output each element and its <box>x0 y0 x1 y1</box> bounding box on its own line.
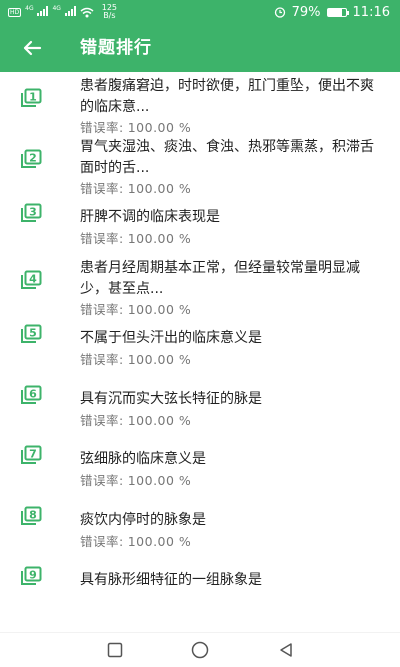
error-rate-value: 100.00 % <box>127 120 192 135</box>
rank-number: 5 <box>29 327 37 340</box>
rank-icon: 1 <box>21 88 42 107</box>
list-item[interactable]: 1 患者腹痛窘迫，时时欲便，肛门重坠，便出不爽的临床意... 错误率: 100.00 … <box>0 74 400 136</box>
rank-icon: 2 <box>21 149 42 168</box>
error-rate: 错误率: 100.00 % <box>80 117 191 136</box>
error-rate: 错误率: 100.00 % <box>80 178 191 197</box>
list-item[interactable]: 9 具有脉形细特征的一组脉象是 <box>0 558 400 620</box>
error-rate: 错误率: 100.00 % <box>80 470 191 489</box>
rank-number: 3 <box>29 206 37 219</box>
rank-number: 6 <box>29 387 37 400</box>
error-rate-value: 100.00 % <box>127 301 192 317</box>
error-rate-value: 100.00 % <box>127 533 192 549</box>
wrong-question-list: 1 患者腹痛窘迫，时时欲便，肛门重坠，便出不爽的临床意... 错误率: 100.00 … <box>0 72 400 632</box>
system-nav-bar <box>0 632 400 667</box>
battery-level <box>327 8 342 16</box>
error-rate-label: 错误率: <box>80 231 124 246</box>
wifi-icon <box>80 7 94 17</box>
rank-icon: 6 <box>21 385 42 404</box>
rank-number: 1 <box>29 91 37 104</box>
error-rate-value: 100.00 % <box>127 352 192 367</box>
nav-back-button[interactable] <box>274 639 298 661</box>
rank-number: 2 <box>29 151 37 164</box>
network-speed: 125 B/s <box>102 4 117 20</box>
rank-icon: 5 <box>21 324 42 343</box>
list-item[interactable]: 3 肝脾不调的临床表现是 错误率: 100.00 % <box>0 195 400 257</box>
arrow-left-icon <box>23 40 42 56</box>
error-rate-label: 错误率: <box>80 352 124 367</box>
question-text: 具有脉形细特征的一组脉象是 <box>80 572 262 588</box>
error-rate-value: 100.00 % <box>127 231 192 246</box>
error-rate-value: 100.00 % <box>127 473 192 488</box>
hd-badge: HD <box>8 7 22 17</box>
error-rate-value: 100.00 % <box>127 412 192 428</box>
back-button[interactable] <box>14 30 50 66</box>
rank-number: 9 <box>29 569 37 582</box>
clock: 11:16 <box>352 4 390 20</box>
network-2-label: 4G <box>52 5 61 12</box>
triangle-left-icon <box>280 643 292 657</box>
question-text: 患者腹痛窘迫，时时欲便，肛门重坠，便出不爽的临床意... <box>80 78 374 115</box>
circle-icon <box>191 641 209 659</box>
error-rate: 错误率: 100.00 % <box>80 531 191 550</box>
status-bar: HD 4G 4G 125 B/s 79% 11:16 <box>0 0 400 24</box>
app-bar: 错题排行 <box>0 24 400 72</box>
error-rate-label: 错误率: <box>80 473 124 488</box>
rank-number: 4 <box>29 272 37 285</box>
rank-number: 8 <box>29 508 37 521</box>
recent-apps-button[interactable] <box>103 639 127 661</box>
signal-2-icon: 4G <box>52 5 76 19</box>
question-text: 肝脾不调的临床表现是 <box>80 209 220 225</box>
error-rate: 错误率: 100.00 % <box>80 299 191 318</box>
error-rate: 错误率: 100.00 % <box>80 228 191 247</box>
rank-icon: 7 <box>21 445 42 464</box>
error-rate: 错误率: 100.00 % <box>80 410 191 429</box>
list-item[interactable]: 2 胃气夹湿浊、痰浊、食浊、热邪等熏蒸，积滞舌面时的舌... 错误率: 100.00 … <box>0 135 400 197</box>
page-title: 错题排行 <box>80 38 152 58</box>
question-text: 患者月经周期基本正常，但经量较常量明显减少，甚至点... <box>80 259 360 297</box>
signal-1-icon: 4G <box>25 5 49 19</box>
error-rate-label: 错误率: <box>80 120 124 135</box>
battery-icon <box>326 7 349 17</box>
speed-unit: B/s <box>103 11 116 20</box>
error-rate-label: 错误率: <box>80 301 124 317</box>
home-button[interactable] <box>188 639 212 661</box>
error-rate-value: 100.00 % <box>127 180 192 196</box>
list-item[interactable]: 5 不属于但头汗出的临床意义是 错误率: 100.00 % <box>0 316 400 378</box>
rank-icon: 8 <box>21 506 42 525</box>
rank-number: 7 <box>29 448 37 461</box>
error-rate-label: 错误率: <box>80 180 124 196</box>
rank-icon: 4 <box>21 270 42 289</box>
alarm-icon <box>274 7 285 18</box>
error-rate: 错误率: 100.00 % <box>80 349 191 368</box>
rank-icon: 3 <box>21 203 42 222</box>
list-item[interactable]: 7 弦细脉的临床意义是 错误率: 100.00 % <box>0 437 400 499</box>
battery-percent: 79% <box>291 4 321 20</box>
network-1-label: 4G <box>25 5 34 12</box>
question-text: 胃气夹湿浊、痰浊、食浊、热邪等熏蒸，积滞舌面时的舌... <box>80 138 374 176</box>
question-text: 痰饮内停时的脉象是 <box>80 511 206 528</box>
status-left: HD 4G 4G 125 B/s <box>8 0 117 24</box>
list-item[interactable]: 6 具有沉而实大弦长特征的脉是 错误率: 100.00 % <box>0 377 400 439</box>
list-item[interactable]: 4 患者月经周期基本正常，但经量较常量明显减少，甚至点... 错误率: 100.00 … <box>0 256 400 318</box>
question-text: 具有沉而实大弦长特征的脉是 <box>80 390 262 407</box>
error-rate-label: 错误率: <box>80 412 124 428</box>
question-text: 不属于但头汗出的临床意义是 <box>80 330 262 346</box>
rank-icon: 9 <box>21 566 42 585</box>
question-text: 弦细脉的临床意义是 <box>80 451 206 467</box>
list-item[interactable]: 8 痰饮内停时的脉象是 错误率: 100.00 % <box>0 498 400 560</box>
error-rate-label: 错误率: <box>80 533 124 549</box>
square-icon <box>107 642 123 658</box>
status-right: 79% 11:16 <box>274 0 390 24</box>
